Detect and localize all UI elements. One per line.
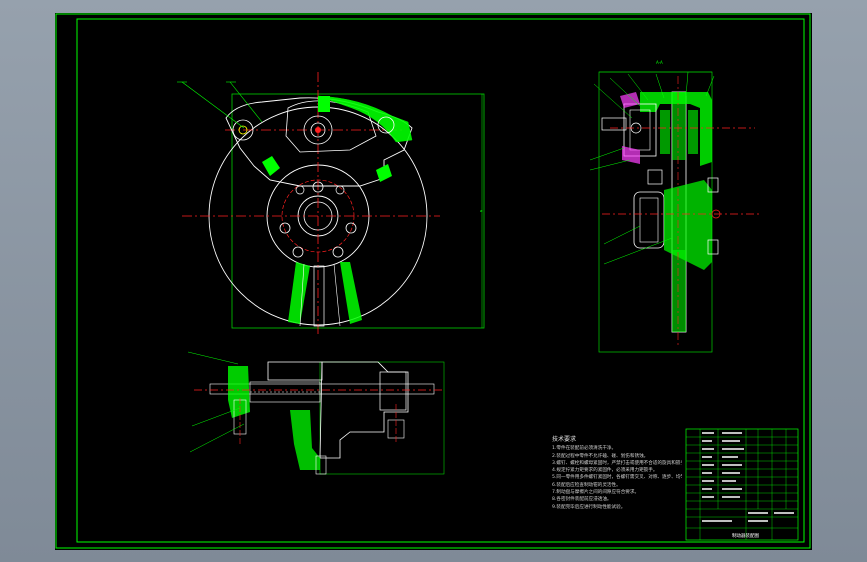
side-section-view: A-A	[589, 60, 762, 353]
technical-requirements-title: 技术要求	[552, 436, 577, 443]
requirement-line: 2.装配过程中零件不允许磕、碰、划伤和锈蚀。	[552, 453, 649, 459]
front-view: ⌀	[177, 72, 485, 336]
svg-text:⌀: ⌀	[480, 208, 483, 213]
drawing-canvas: ⌀ A-A 制动器装配图	[55, 13, 811, 549]
requirement-line: 9.装配完毕后应进行制动性能试验。	[552, 504, 626, 510]
requirement-line: 8.各密封件装配前应浸透油。	[552, 497, 612, 503]
section-marker: A-A	[656, 60, 663, 65]
title-block: 制动器装配图	[685, 428, 799, 541]
title-block-name: 制动器装配图	[732, 532, 759, 539]
top-view	[187, 351, 445, 475]
requirement-line: 5.同一零件用多件螺钉紧固时，各螺钉需交叉、对称、逐步、均匀拧紧。	[552, 475, 682, 481]
cad-viewport[interactable]: ⌀ A-A 制动器装配图 技术要求 1.零件在装配前必须清洗干净。 2.装配过程…	[0, 0, 867, 562]
requirement-line: 1.零件在装配前必须清洗干净。	[552, 446, 617, 452]
technical-requirements: 技术要求 1.零件在装配前必须清洗干净。 2.装配过程中零件不允许磕、碰、划伤和…	[552, 436, 682, 511]
requirement-line: 7.制动盘与摩擦片之间的间隙应符合要求。	[552, 490, 640, 496]
requirement-line: 3.螺钉、螺栓和螺母紧固时，严禁打击或使用不合适的旋具和扳手。	[552, 460, 682, 466]
requirement-line: 4.规定拧紧力矩要求的紧固件，必须采用力矩扳手。	[552, 468, 658, 474]
requirement-line: 6.装配后应检查制动钳的灵活性。	[552, 482, 621, 488]
